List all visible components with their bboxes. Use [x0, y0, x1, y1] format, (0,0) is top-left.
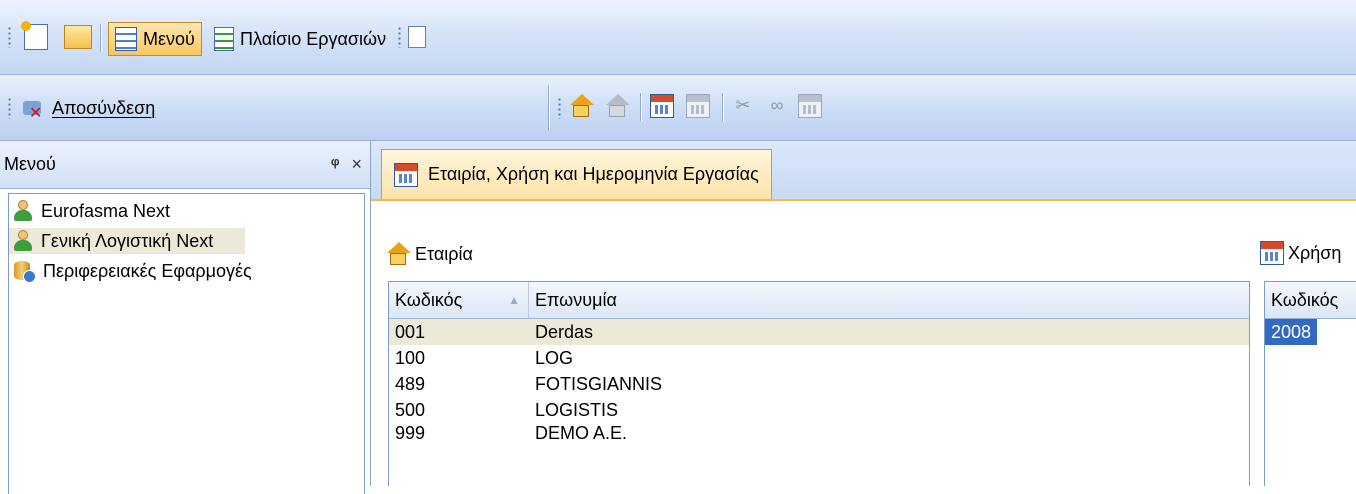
toolbar-grip[interactable]	[398, 26, 401, 48]
toolbar-separator	[100, 24, 101, 52]
toolbar-separator	[640, 93, 641, 121]
open-folder-button[interactable]	[64, 25, 92, 49]
table-row[interactable]: 999 DEMO A.E.	[389, 423, 1249, 441]
column-header-name[interactable]: Επωνυμία	[529, 282, 1249, 318]
cell-code: 2008	[1265, 319, 1317, 345]
unlink-button[interactable]: ✂	[730, 95, 756, 115]
cell-name: LOGISTIS	[535, 399, 619, 420]
calendar-disabled-icon	[686, 94, 710, 118]
page-icon	[408, 26, 426, 48]
cell-code: 999	[395, 423, 426, 441]
disconnect-button[interactable]: Αποσύνδεση	[20, 93, 155, 123]
fiscal-year-title-label: Χρήση	[1288, 242, 1342, 263]
fiscal-year-grid-header: Κωδικός	[1265, 282, 1356, 319]
menu-toggle-label: Μενού	[143, 28, 195, 49]
cell-code: 500	[395, 399, 426, 420]
disconnect-icon	[20, 95, 46, 123]
document-area: Εταιρία, Χρήση και Ημερομηνία Εργασίας Ε…	[371, 141, 1356, 486]
table-row[interactable]: 2008	[1265, 319, 1356, 345]
menu-panel: Μενού ᵠ × Eurofasma Next Γενική Λογιστικ…	[0, 141, 371, 494]
home-button[interactable]	[568, 93, 594, 119]
toolbar-grip[interactable]	[558, 97, 561, 119]
close-icon[interactable]: ×	[351, 154, 362, 175]
menu-tree: Eurofasma Next Γενική Λογιστική Next Περ…	[8, 193, 365, 494]
task-pane-button[interactable]: Πλαίσιο Εργασιών	[214, 24, 386, 54]
table-row[interactable]: 500 LOGISTIS	[389, 397, 1249, 423]
link-button[interactable]: ∞	[764, 95, 790, 115]
table-row[interactable]: 001 Derdas	[389, 319, 1249, 345]
table-row[interactable]: 100 LOG	[389, 345, 1249, 371]
disconnect-label: Αποσύνδεση	[52, 97, 156, 118]
cell-code: 489	[395, 373, 426, 394]
home-icon	[385, 241, 411, 267]
calendar-icon	[1260, 241, 1284, 265]
tab-content: Εταιρία Κωδικός ▲ Επωνυμία 001 Derdas 10…	[371, 201, 1356, 486]
calendar-button[interactable]	[650, 94, 674, 118]
cell-name: Derdas	[535, 321, 594, 342]
menu-item-label: Περιφερειακές Εφαρμογές	[43, 260, 252, 281]
unlink-icon: ✂	[735, 95, 751, 115]
column-header-code[interactable]: Κωδικός ▲	[389, 282, 529, 318]
menu-item-label: Γενική Λογιστική Next	[41, 230, 214, 251]
user-icon	[13, 230, 33, 252]
cell-name: LOG	[535, 347, 574, 368]
database-icon	[13, 259, 36, 283]
tab-company-year-date[interactable]: Εταιρία, Χρήση και Ημερομηνία Εργασίας	[381, 149, 772, 199]
pin-icon[interactable]: ᵠ	[331, 154, 340, 175]
column-header-code[interactable]: Κωδικός	[1265, 282, 1356, 318]
calendar-icon	[394, 162, 418, 187]
menu-toggle-button[interactable]: Μενού	[108, 22, 202, 56]
fiscal-year-grid: Κωδικός 2008	[1264, 281, 1356, 486]
company-grid-header: Κωδικός ▲ Επωνυμία	[389, 282, 1249, 319]
new-document-icon	[21, 21, 48, 50]
toolbar-grip[interactable]	[8, 97, 11, 119]
menu-item-peripheral-apps[interactable]: Περιφερειακές Εφαρμογές	[9, 258, 364, 284]
menu-panel-header: Μενού ᵠ ×	[0, 141, 370, 189]
tree-icon	[115, 27, 137, 51]
cell-code: 001	[395, 321, 426, 342]
calendar-disabled-button[interactable]	[686, 94, 710, 118]
user-icon	[13, 200, 33, 222]
menu-item-label: Eurofasma Next	[41, 200, 171, 221]
copy-disabled-icon	[798, 94, 822, 118]
toolbar-grip[interactable]	[8, 26, 11, 48]
main-toolbar: Μενού Πλαίσιο Εργασιών	[0, 0, 1356, 75]
home-disabled-button[interactable]	[604, 93, 630, 119]
link-icon: ∞	[770, 95, 784, 115]
copy-disabled-button[interactable]	[798, 94, 822, 118]
home-disabled-icon	[604, 93, 630, 119]
tab-strip: Εταιρία, Χρήση και Ημερομηνία Εργασίας	[371, 141, 1356, 201]
toolbar-separator	[722, 93, 723, 121]
secondary-toolbar: Αποσύνδεση ✂ ∞	[0, 75, 1356, 141]
menu-panel-title: Μενού	[4, 154, 56, 174]
menu-item-eurofasma[interactable]: Eurofasma Next	[9, 198, 364, 224]
tab-label: Εταιρία, Χρήση και Ημερομηνία Εργασίας	[428, 164, 759, 184]
cell-name: FOTISGIANNIS	[535, 373, 663, 394]
task-list-icon	[214, 27, 234, 51]
calendar-icon	[650, 94, 674, 118]
task-pane-label: Πλαίσιο Εργασιών	[240, 28, 387, 49]
properties-button[interactable]	[408, 26, 426, 48]
sort-ascending-icon: ▲	[508, 293, 520, 307]
table-row[interactable]: 489 FOTISGIANNIS	[389, 371, 1249, 397]
toolbar-separator	[548, 85, 549, 131]
company-section-title: Εταιρία	[385, 241, 473, 267]
company-title-label: Εταιρία	[415, 243, 473, 264]
folder-icon	[64, 25, 92, 49]
company-grid: Κωδικός ▲ Επωνυμία 001 Derdas 100 LOG 48…	[388, 281, 1250, 486]
menu-item-general-accounting[interactable]: Γενική Λογιστική Next	[9, 228, 245, 254]
fiscal-year-section-title: Χρήση	[1260, 241, 1356, 265]
cell-code: 100	[395, 347, 426, 368]
home-icon	[568, 93, 594, 119]
new-document-button[interactable]	[21, 21, 48, 50]
cell-name: DEMO A.E.	[535, 423, 628, 441]
